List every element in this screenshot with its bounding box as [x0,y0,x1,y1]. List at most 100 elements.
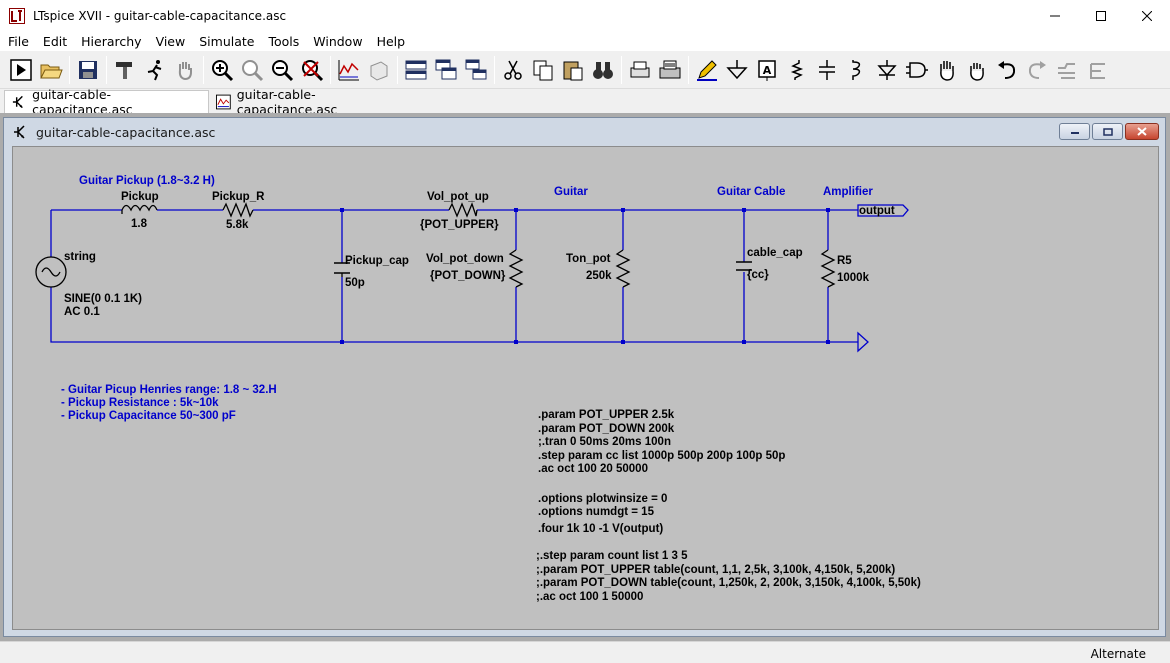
copy-icon [533,60,553,80]
minimize-icon [1050,15,1060,16]
rotate-button[interactable] [1053,55,1081,85]
toolbar-separator [688,55,689,84]
zoom-in-button[interactable] [208,55,236,85]
zoom-out-icon [272,59,294,81]
diode-button[interactable] [873,55,901,85]
junction-dot [742,208,746,212]
folder-open-icon [40,64,63,78]
pan-button[interactable] [171,55,199,85]
menu-window[interactable]: Window [306,34,369,49]
close-button[interactable] [1124,0,1170,31]
child-restore-button[interactable] [1092,123,1123,140]
control-panel-button[interactable] [111,55,139,85]
running-man-icon [147,59,162,80]
spice-directive[interactable]: .param POT_UPPER 2.5k [538,409,675,421]
copy-button[interactable] [529,55,557,85]
sine-wave-icon [41,267,61,277]
spice-directive[interactable]: .param POT_DOWN 200k [538,423,675,435]
redo-button[interactable] [1023,55,1051,85]
undo-icon [998,60,1016,79]
ground-button[interactable] [723,55,751,85]
capacitor-button[interactable] [813,55,841,85]
child-title-bar[interactable]: guitar-cable-capacitance.asc [4,118,1165,146]
undo-button[interactable] [993,55,1021,85]
save-icon [79,60,97,79]
junction-dot [514,208,518,212]
paste-button[interactable] [559,55,587,85]
spice-directive[interactable]: ;.param POT_UPPER table(count, 1,1, 2,5k… [536,564,895,576]
draw-wire-button[interactable] [693,55,721,85]
output-net-label[interactable]: output [859,205,895,217]
mirror-button[interactable] [1083,55,1111,85]
schematic-window: guitar-cable-capacitance.asc Guitar Pick… [3,117,1166,637]
minimize-button[interactable] [1032,0,1078,31]
spice-directive[interactable]: .step param cc list 1000p 500p 200p 100p… [538,450,785,462]
mdi-workspace: guitar-cable-capacitance.asc Guitar Pick… [0,113,1170,641]
spice-directive[interactable]: ;.step param count list 1 3 5 [536,550,688,562]
component-3d-button[interactable] [365,55,393,85]
label-net-button[interactable]: A [753,55,781,85]
document-tabs: guitar-cable-capacitance.asc guitar-cabl… [0,87,1170,117]
tab-waveform[interactable]: guitar-cable-capacitance.asc [210,87,408,117]
print-setup-button[interactable] [626,55,654,85]
resistor-icon [508,249,524,288]
tile-horizontal-icon [405,60,427,79]
resistor-icon [448,202,478,218]
tile-vertical-button[interactable] [462,55,490,85]
source-value: SINE(0 0.1 1K) [64,293,142,305]
component-button[interactable] [903,55,931,85]
waveform-icon [216,94,231,109]
zoom-pan-button[interactable] [238,55,266,85]
junction-dot [742,340,746,344]
spice-directive[interactable]: ;.tran 0 50ms 20ms 100n [538,436,671,448]
menu-view[interactable]: View [149,34,193,49]
inductor-button[interactable] [843,55,871,85]
move-button[interactable] [933,55,961,85]
cascade-button[interactable] [432,55,460,85]
menu-file[interactable]: File [0,34,36,49]
menu-bar: File Edit Hierarchy View Simulate Tools … [0,31,1170,51]
capacitor-pickup-name: Pickup_cap [345,255,409,267]
spice-directive[interactable]: .ac oct 100 20 50000 [538,463,648,475]
schematic-canvas[interactable]: Guitar Pickup (1.8~3.2 H) Guitar Guitar … [12,146,1159,630]
tab-label: guitar-cable-capacitance.asc [236,86,338,117]
schematic-icon [12,95,23,109]
spice-directive[interactable]: .options plotwinsize = 0 [538,493,667,505]
pickup-title-label: Guitar Pickup (1.8~3.2 H) [79,175,215,187]
zoom-out-button[interactable] [268,55,296,85]
tile-vertical-icon [465,59,487,79]
maximize-button[interactable] [1078,0,1124,31]
resistor-icon [222,202,254,218]
cascade-icon [435,59,457,79]
save-button[interactable] [74,55,102,85]
schematic-drawing: Guitar Pickup (1.8~3.2 H) Guitar Guitar … [35,175,921,603]
tile-horizontal-button[interactable] [402,55,430,85]
run-button[interactable] [7,55,35,85]
open-button[interactable] [37,55,65,85]
menu-help[interactable]: Help [370,34,413,49]
tab-schematic[interactable]: guitar-cable-capacitance.asc [4,87,209,117]
spice-directive[interactable]: .options numdgt = 15 [538,506,655,518]
resistor-button[interactable] [783,55,811,85]
pencil-icon [697,59,717,81]
menu-edit[interactable]: Edit [36,34,74,49]
child-close-button[interactable] [1125,123,1159,140]
print-button[interactable] [656,55,684,85]
waveform-button[interactable] [335,55,363,85]
cut-button[interactable] [499,55,527,85]
menu-hierarchy[interactable]: Hierarchy [74,34,148,49]
menu-tools[interactable]: Tools [261,34,306,49]
source-name: string [64,251,96,263]
menu-simulate[interactable]: Simulate [192,34,261,49]
spice-directive[interactable]: .four 1k 10 -1 V(output) [538,523,663,535]
find-button[interactable] [589,55,617,85]
child-minimize-button[interactable] [1059,123,1090,140]
halt-button[interactable] [141,55,169,85]
zoom-fit-button[interactable] [298,55,326,85]
inductor-icon [852,59,861,80]
drag-button[interactable] [963,55,991,85]
spice-directive[interactable]: ;.ac oct 100 1 50000 [536,591,643,603]
spice-directive[interactable]: ;.param POT_DOWN table(count, 1,250k, 2,… [536,577,921,589]
title-bar: LTspice XVII - guitar-cable-capacitance.… [0,0,1170,31]
rotate-icon [1058,62,1075,79]
